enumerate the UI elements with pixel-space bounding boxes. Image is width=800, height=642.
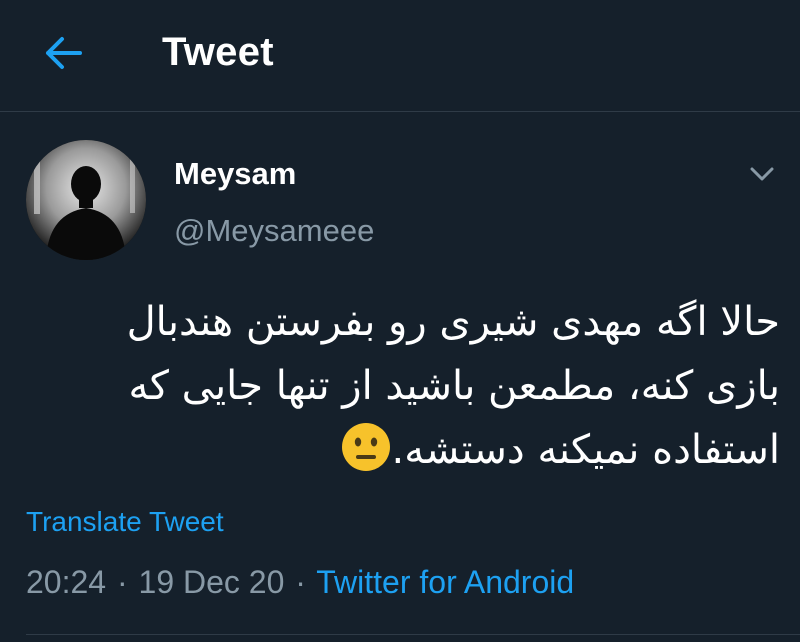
- page-title: Tweet: [162, 30, 274, 74]
- tweet-text: حالا اگه مهدی شیری رو بفرستن هندبال بازی…: [90, 290, 780, 482]
- meta-separator: ·: [295, 564, 306, 600]
- author-display-name[interactable]: Meysam: [174, 156, 296, 192]
- arrow-left-icon[interactable]: [36, 30, 88, 76]
- translate-tweet-link[interactable]: Translate Tweet: [26, 506, 224, 538]
- neutral-face-emoji-icon: [340, 421, 392, 473]
- tweet-text-line-last: استفاده نمیکنه دستشه.: [90, 418, 780, 482]
- chevron-down-icon[interactable]: [744, 158, 780, 190]
- tweet-text-line: بازی کنه، مطمعن باشید از تنها جایی که: [128, 363, 780, 409]
- divider: [26, 634, 800, 635]
- tweet-text-line: استفاده نمیکنه دستشه.: [391, 427, 781, 473]
- tweet-text-line: حالا اگه مهدی شیری رو بفرستن هندبال: [126, 299, 780, 345]
- author-handle[interactable]: @Meysameee: [174, 213, 374, 249]
- meta-separator: ·: [116, 564, 128, 600]
- tweet-meta: 20:24 · 19 Dec 20 · Twitter for Android: [26, 564, 574, 601]
- tweet-time: 20:24: [26, 564, 107, 600]
- tweet-date: 19 Dec 20: [138, 564, 285, 600]
- tweet-source-link[interactable]: Twitter for Android: [316, 564, 574, 600]
- avatar[interactable]: [26, 140, 146, 260]
- top-bar: Tweet: [0, 0, 800, 112]
